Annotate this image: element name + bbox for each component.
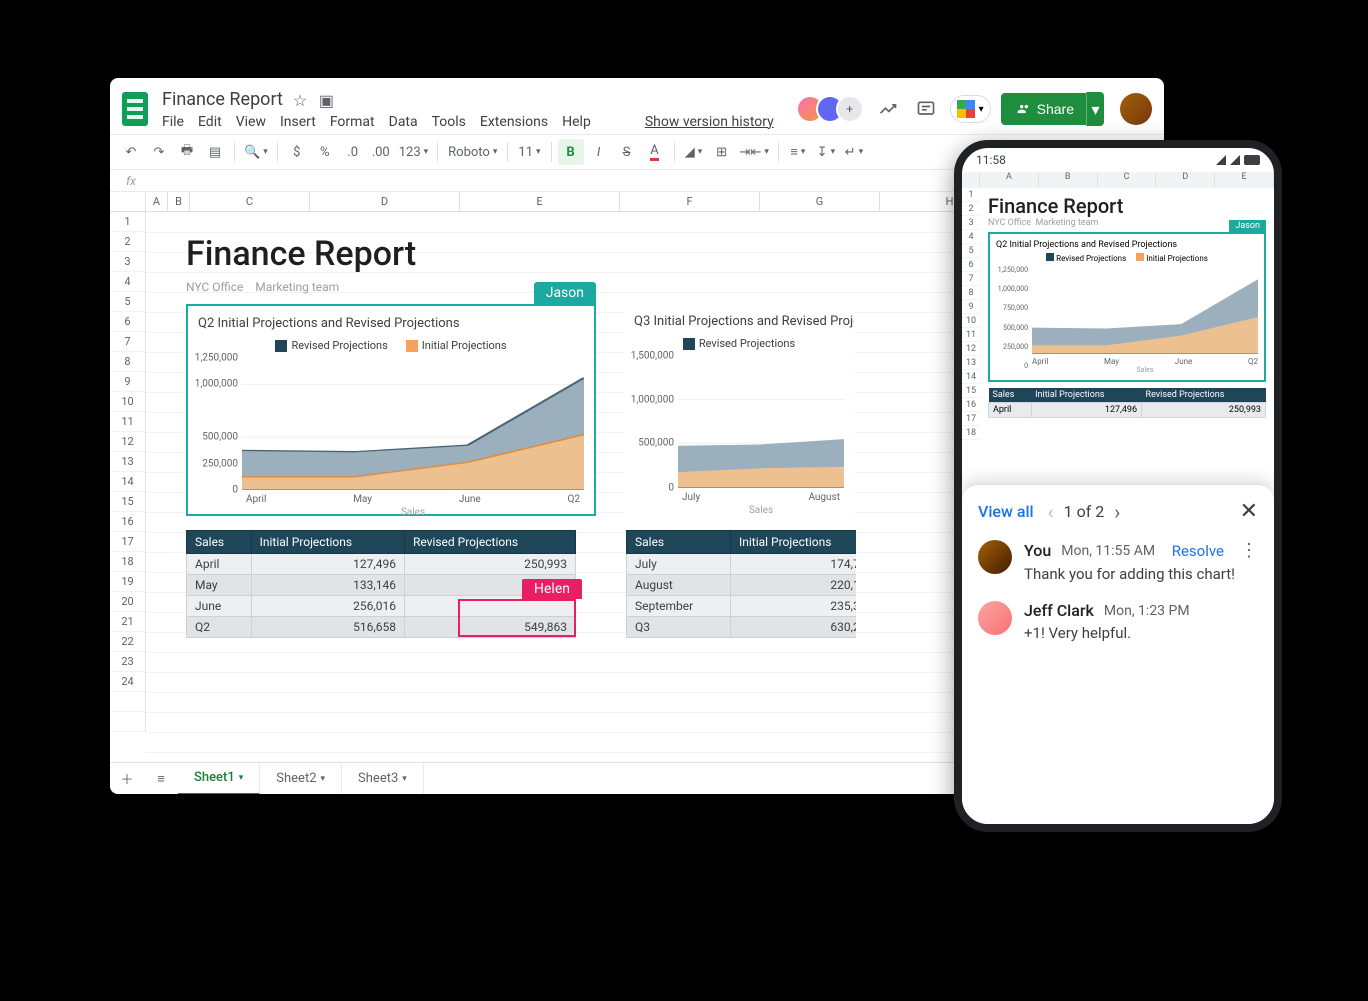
subtitle-office: NYC Office — [186, 280, 243, 294]
version-history-link[interactable]: Show version history — [645, 114, 774, 130]
menu-format[interactable]: Format — [330, 114, 375, 130]
share-dropdown[interactable]: ▾ — [1086, 92, 1104, 126]
comment-body: +1! Very helpful. — [1024, 624, 1258, 642]
move-icon[interactable]: ▣ — [319, 91, 335, 107]
menu-help[interactable]: Help — [562, 114, 591, 130]
menu-edit[interactable]: Edit — [198, 114, 222, 130]
comment-body: Thank you for adding this chart! — [1024, 565, 1258, 583]
collaborator-tag-jason: Jason — [534, 282, 596, 304]
currency-button[interactable]: $ — [284, 139, 310, 165]
halign-button[interactable]: ≡ — [785, 139, 811, 165]
comments-icon[interactable] — [912, 95, 940, 123]
font-dropdown[interactable]: Roboto — [444, 139, 501, 165]
profile-avatar[interactable] — [1120, 93, 1152, 125]
table-row[interactable]: Q2516,658549,863 — [187, 617, 576, 638]
more-formats-dropdown[interactable]: 123 — [396, 139, 431, 165]
star-icon[interactable]: ☆ — [293, 91, 309, 107]
menu-view[interactable]: View — [236, 114, 266, 130]
table-row[interactable]: April127,496250,993 — [187, 554, 576, 575]
table-row[interactable]: July174,753 — [627, 554, 857, 575]
valign-button[interactable]: ↧ — [813, 139, 839, 165]
comment-author: Jeff Clark — [1024, 601, 1094, 620]
merge-button[interactable]: ⇥⇤ — [737, 139, 772, 165]
sheets-logo-icon — [122, 92, 148, 126]
decimal-dec-button[interactable]: .0 — [340, 139, 366, 165]
comment-author: You — [1024, 541, 1051, 560]
phone-table[interactable]: SalesInitial ProjectionsRevised Projecti… — [988, 388, 1266, 418]
decimal-inc-button[interactable]: .00 — [368, 139, 394, 165]
sheet-tab-1[interactable]: Sheet1▾ — [178, 763, 260, 795]
row-headers[interactable]: 123456789101112131415161718192021222324 — [110, 212, 146, 762]
wrap-button[interactable]: ↵ — [841, 139, 867, 165]
phone-column-headers[interactable]: ABCDE — [962, 172, 1274, 188]
chart-q3[interactable]: Q3 Initial Projections and Revised Proje… — [624, 304, 854, 516]
view-all-link[interactable]: View all — [978, 502, 1034, 521]
menu-data[interactable]: Data — [389, 114, 418, 130]
phone-chart-title: Q2 Initial Projections and Revised Proje… — [996, 240, 1258, 250]
prev-comment-button[interactable]: ‹ — [1048, 500, 1054, 524]
comment-pager: 1 of 2 — [1064, 502, 1105, 521]
strike-button[interactable]: S — [614, 139, 640, 165]
resolve-button[interactable]: Resolve — [1172, 542, 1224, 560]
activity-icon[interactable] — [874, 95, 902, 123]
chart-q2-title: Q2 Initial Projections and Revised Proje… — [198, 316, 584, 331]
table-row[interactable]: June256,016 — [187, 596, 576, 617]
print-button[interactable]: 🖶 — [174, 139, 200, 165]
italic-button[interactable]: I — [586, 139, 612, 165]
paint-format-button[interactable]: ▤ — [202, 139, 228, 165]
sheet-tab-3[interactable]: Sheet3▾ — [342, 763, 424, 795]
textcolor-button[interactable]: A — [642, 139, 668, 165]
comment-time: Mon, 1:23 PM — [1104, 603, 1190, 619]
comment-avatar — [978, 540, 1012, 574]
table-row[interactable]: September235,338 — [627, 596, 857, 617]
sheet-tab-2[interactable]: Sheet2▾ — [260, 763, 342, 795]
redo-button[interactable]: ↷ — [146, 139, 172, 165]
menu-tools[interactable]: Tools — [432, 114, 466, 130]
phone-collaborator-tag: Jason — [1229, 220, 1266, 232]
menu-file[interactable]: File — [162, 114, 184, 130]
subtitle-team: Marketing team — [255, 280, 339, 294]
phone-chart[interactable]: Jason Q2 Initial Projections and Revised… — [988, 232, 1266, 382]
menu-extensions[interactable]: Extensions — [480, 114, 548, 130]
phone-sheet-title: Finance Report — [988, 194, 1266, 218]
chart-q2[interactable]: Jason Q2 Initial Projections and Revised… — [186, 304, 596, 516]
undo-button[interactable]: ↶ — [118, 139, 144, 165]
table-q3[interactable]: SalesInitial ProjectionsRJuly174,753Augu… — [626, 530, 856, 638]
zoom-dropdown[interactable]: 🔍 — [241, 139, 271, 165]
menu-insert[interactable]: Insert — [280, 114, 316, 130]
add-sheet-button[interactable]: ＋ — [110, 763, 144, 795]
fillcolor-button[interactable]: ◢ — [681, 139, 707, 165]
collaborator-tag-helen: Helen — [522, 579, 582, 599]
meet-button[interactable]: ▾ — [950, 95, 991, 123]
phone-row-headers[interactable]: 123456789101112131415161718 — [962, 188, 980, 440]
close-icon[interactable]: ✕ — [1240, 499, 1258, 524]
comment-more-icon[interactable]: ⋮ — [1240, 540, 1258, 561]
percent-button[interactable]: % — [312, 139, 338, 165]
comment-avatar — [978, 601, 1012, 635]
sheet-title: Finance Report — [186, 234, 856, 274]
chart-q3-title: Q3 Initial Projections and Revised Proje… — [634, 314, 844, 329]
phone-mockup: 11:58 ABCDE 123456789101112131415161718 … — [954, 140, 1282, 832]
comment-time: Mon, 11:55 AM — [1061, 543, 1155, 559]
table-row[interactable]: May133,146150,464 — [187, 575, 576, 596]
share-button[interactable]: Share — [1001, 93, 1090, 125]
table-row[interactable]: Q3630,290 — [627, 617, 857, 638]
table-q2[interactable]: SalesInitial ProjectionsRevised Projecti… — [186, 530, 576, 638]
next-comment-button[interactable]: › — [1114, 500, 1120, 524]
comments-panel: View all ‹ 1 of 2 › ✕ You Mon, 11:55 AM … — [962, 484, 1274, 824]
fontsize-dropdown[interactable]: 11 — [514, 139, 544, 165]
collaborator-avatars[interactable]: + — [804, 95, 864, 123]
phone-time: 11:58 — [976, 153, 1006, 167]
phone-status-icons — [1216, 155, 1260, 165]
doc-title[interactable]: Finance Report — [162, 89, 283, 110]
table-row[interactable]: August220,199 — [627, 575, 857, 596]
bold-button[interactable]: B — [558, 139, 584, 165]
all-sheets-button[interactable]: ≡ — [144, 763, 178, 795]
borders-button[interactable]: ⊞ — [709, 139, 735, 165]
